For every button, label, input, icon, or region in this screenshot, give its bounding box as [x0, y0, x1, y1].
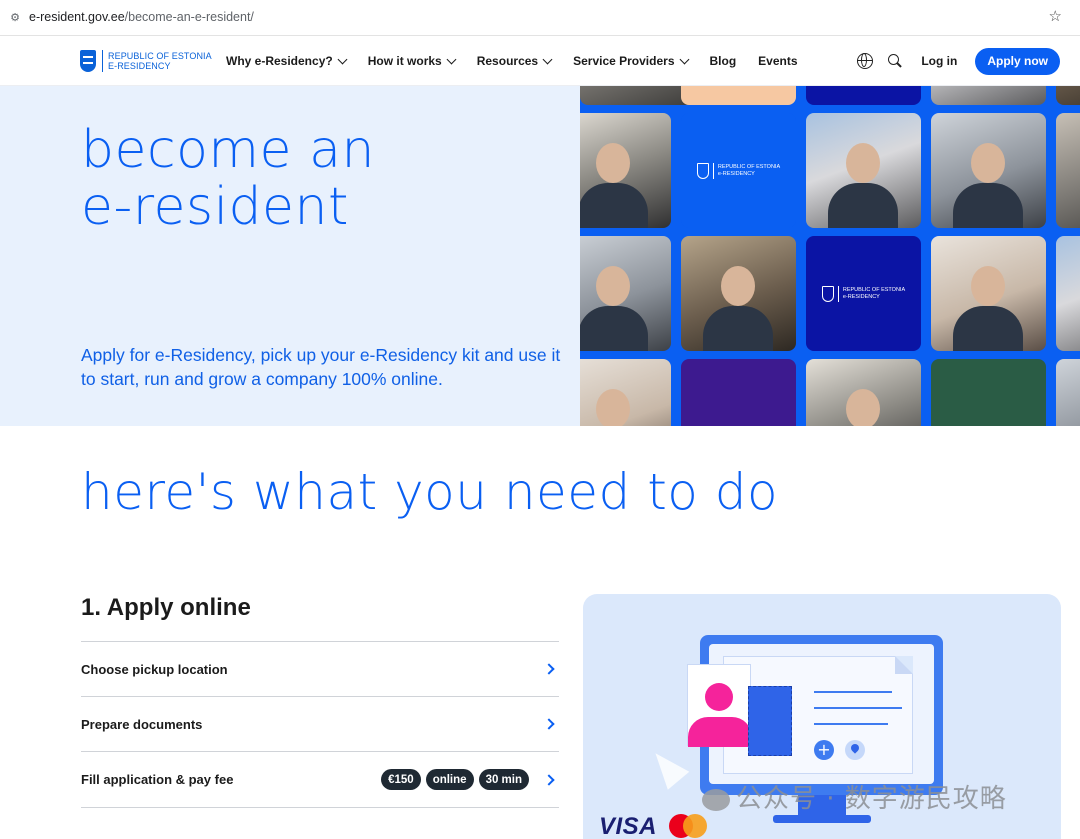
accordion-label: Choose pickup location [81, 661, 228, 677]
location-pin-icon [845, 740, 865, 760]
duration-chip: 30 min [478, 769, 529, 790]
nav-label: Service Providers [573, 54, 675, 68]
nav-label: Blog [709, 54, 737, 68]
accordion-item-pickup-location[interactable]: Choose pickup location [81, 641, 559, 696]
passport-illustration [748, 686, 792, 756]
mosaic-brand-tile [806, 86, 921, 105]
mosaic-photo [806, 359, 921, 426]
mosaic-brand-tile: REPUBLIC OF ESTONIAe-RESIDENCY [681, 113, 796, 228]
plus-icon: + [814, 740, 834, 760]
accordion-label: Prepare documents [81, 716, 203, 732]
mosaic-photo [580, 359, 671, 426]
brand-mark: REPUBLIC OF ESTONIA e-RESIDENCY [821, 285, 905, 302]
nav-events[interactable]: Events [758, 54, 797, 68]
mode-chip: online [425, 769, 474, 790]
url-path: /become-an-e-resident/ [124, 10, 254, 24]
browser-address-bar: ⚙ e-resident.gov.ee/become-an-e-resident… [0, 0, 1080, 36]
accordion-item-prepare-documents[interactable]: Prepare documents [81, 696, 559, 751]
cursor-arrow-icon [644, 744, 690, 790]
url-field[interactable]: e-resident.gov.ee/become-an-e-resident/ [29, 10, 254, 24]
mosaic-photo [806, 113, 921, 228]
chevron-right-icon [543, 718, 555, 730]
step-accordion: Choose pickup location Prepare documents… [81, 641, 559, 808]
mosaic-brand-tile: REPUBLIC OF ESTONIAe-RESIDENCY [931, 359, 1046, 426]
nav-label: How it works [367, 54, 442, 68]
chevron-down-icon [542, 54, 553, 64]
mosaic-brand-tile: REPUBLIC OF ESTONIAe-RESIDENCY [681, 359, 796, 426]
mosaic-photo [580, 86, 695, 105]
hero-section: become an e-resident Apply for e-Residen… [0, 86, 1080, 426]
apply-now-button[interactable]: Apply now [975, 47, 1060, 75]
accordion-label: Fill application & pay fee [81, 772, 234, 787]
chevron-down-icon [446, 54, 457, 64]
logo-divider [102, 50, 103, 72]
estonia-crest-icon [80, 50, 96, 72]
nav-service-providers[interactable]: Service Providers [573, 54, 689, 68]
main-nav: Why e-Residency? How it works Resources … [226, 36, 820, 86]
mosaic-brand-tile: REPUBLIC OF ESTONIAe-RESIDENCY [806, 236, 921, 351]
mosaic-photo [1056, 359, 1080, 426]
mosaic-photo [1056, 113, 1080, 228]
nav-why-e-residency[interactable]: Why e-Residency? [226, 54, 348, 68]
hero-title-line-2: e-resident [81, 177, 349, 237]
chevron-down-icon [337, 54, 348, 64]
hero-photo-mosaic: REPUBLIC OF ESTONIA e-RESIDENCY REPUBLIC … [580, 86, 1080, 426]
logo-text: REPUBLIC OF ESTONIA E-RESIDENCY [108, 51, 212, 71]
fee-chip: €150 [381, 769, 421, 790]
site-header: REPUBLIC OF ESTONIA E-RESIDENCY Why e-Re… [0, 36, 1080, 86]
search-icon[interactable] [887, 53, 903, 69]
header-actions: Log in Apply now [857, 36, 1060, 86]
chevron-right-icon [543, 773, 555, 786]
mosaic-photo [580, 236, 671, 351]
site-settings-icon[interactable]: ⚙ [8, 11, 22, 25]
nav-resources[interactable]: Resources [476, 54, 553, 68]
e-residency-logo[interactable]: REPUBLIC OF ESTONIA E-RESIDENCY [80, 48, 212, 74]
nav-blog[interactable]: Blog [710, 54, 737, 68]
mosaic-photo [931, 86, 1046, 105]
nav-label: Why e-Residency? [226, 54, 333, 68]
step-heading: 1. Apply online [81, 594, 251, 621]
language-globe-icon[interactable] [857, 53, 874, 69]
brand-mark: REPUBLIC OF ESTONIA e-RESIDENCY [696, 162, 780, 179]
mosaic-brand-tile [681, 86, 796, 105]
chevron-right-icon [543, 663, 555, 675]
mosaic-photo [1056, 86, 1080, 105]
mosaic-photo [931, 113, 1046, 228]
mosaic-photo [580, 113, 671, 228]
wechat-icon [702, 788, 730, 811]
hero-title-line-1: become an [81, 120, 375, 180]
mosaic-photo [681, 236, 796, 351]
nav-label: Resources [476, 54, 539, 68]
url-domain: e-resident.gov.ee [29, 10, 125, 24]
wechat-watermark: 公众号 · 数字游民攻略 [702, 778, 1007, 815]
chevron-down-icon [679, 54, 689, 64]
mosaic-photo [1056, 236, 1080, 351]
logo-line-1: REPUBLIC OF ESTONIA [108, 51, 212, 61]
hero-subtitle: Apply for e-Residency, pick up your e-Re… [81, 345, 561, 389]
section-title: here's what you need to do [81, 463, 779, 521]
visa-logo: VISA [599, 813, 658, 839]
hero-title: become an e-resident [81, 122, 375, 236]
mastercard-logo [669, 814, 709, 838]
bookmark-star-icon[interactable]: ☆ [1049, 7, 1062, 25]
nav-how-it-works[interactable]: How it works [367, 54, 457, 68]
logo-line-2: E-RESIDENCY [108, 61, 171, 71]
mosaic-photo [931, 236, 1046, 351]
nav-label: Events [758, 54, 798, 68]
login-link[interactable]: Log in [921, 54, 957, 68]
accordion-item-fill-application[interactable]: Fill application & pay fee €150 online 3… [81, 751, 559, 808]
profile-photo-illustration [687, 664, 752, 747]
